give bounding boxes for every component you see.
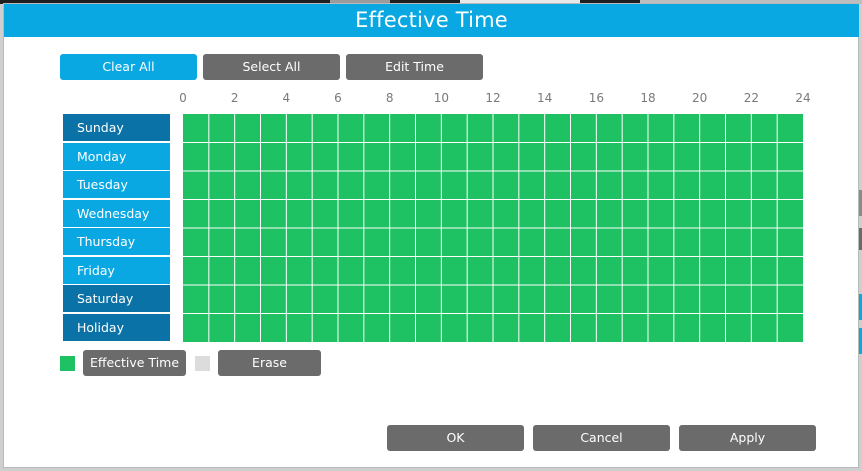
schedule-grid-lines <box>183 114 803 342</box>
clear-all-button[interactable]: Clear All <box>60 54 197 80</box>
hour-label: 20 <box>692 91 708 105</box>
hour-label: 12 <box>485 91 501 105</box>
ok-button[interactable]: OK <box>387 425 524 451</box>
hour-label: 8 <box>385 91 394 105</box>
apply-button[interactable]: Apply <box>679 425 816 451</box>
select-all-button[interactable]: Select All <box>203 54 340 80</box>
effective-time-dialog: Effective Time Clear All Select All Edit… <box>3 3 859 468</box>
hour-label: 18 <box>640 91 656 105</box>
day-label-holiday[interactable]: Holiday <box>63 313 170 341</box>
hour-label: 10 <box>433 91 449 105</box>
hour-label: 2 <box>230 91 239 105</box>
edit-time-button[interactable]: Edit Time <box>346 54 483 80</box>
effective-time-button[interactable]: Effective Time <box>83 350 186 376</box>
dialog-title: Effective Time <box>4 4 859 37</box>
erase-button[interactable]: Erase <box>218 350 321 376</box>
effective-time-swatch <box>60 356 75 371</box>
cancel-button[interactable]: Cancel <box>533 425 670 451</box>
hour-label: 14 <box>537 91 553 105</box>
day-label-wednesday[interactable]: Wednesday <box>63 199 170 227</box>
hour-label: 16 <box>588 91 604 105</box>
day-label-thursday[interactable]: Thursday <box>63 228 170 255</box>
schedule-grid[interactable] <box>183 114 803 342</box>
erase-swatch <box>195 356 210 371</box>
hour-label: 22 <box>743 91 759 105</box>
day-label-saturday[interactable]: Saturday <box>63 285 170 312</box>
day-label-monday[interactable]: Monday <box>63 142 170 170</box>
day-label-tuesday[interactable]: Tuesday <box>63 171 170 198</box>
hour-label: 0 <box>179 91 187 105</box>
day-label-friday[interactable]: Friday <box>63 256 170 284</box>
hour-label: 6 <box>334 91 342 105</box>
hour-label: 4 <box>282 91 291 105</box>
hour-label: 24 <box>795 91 811 105</box>
day-label-sunday[interactable]: Sunday <box>63 114 170 141</box>
